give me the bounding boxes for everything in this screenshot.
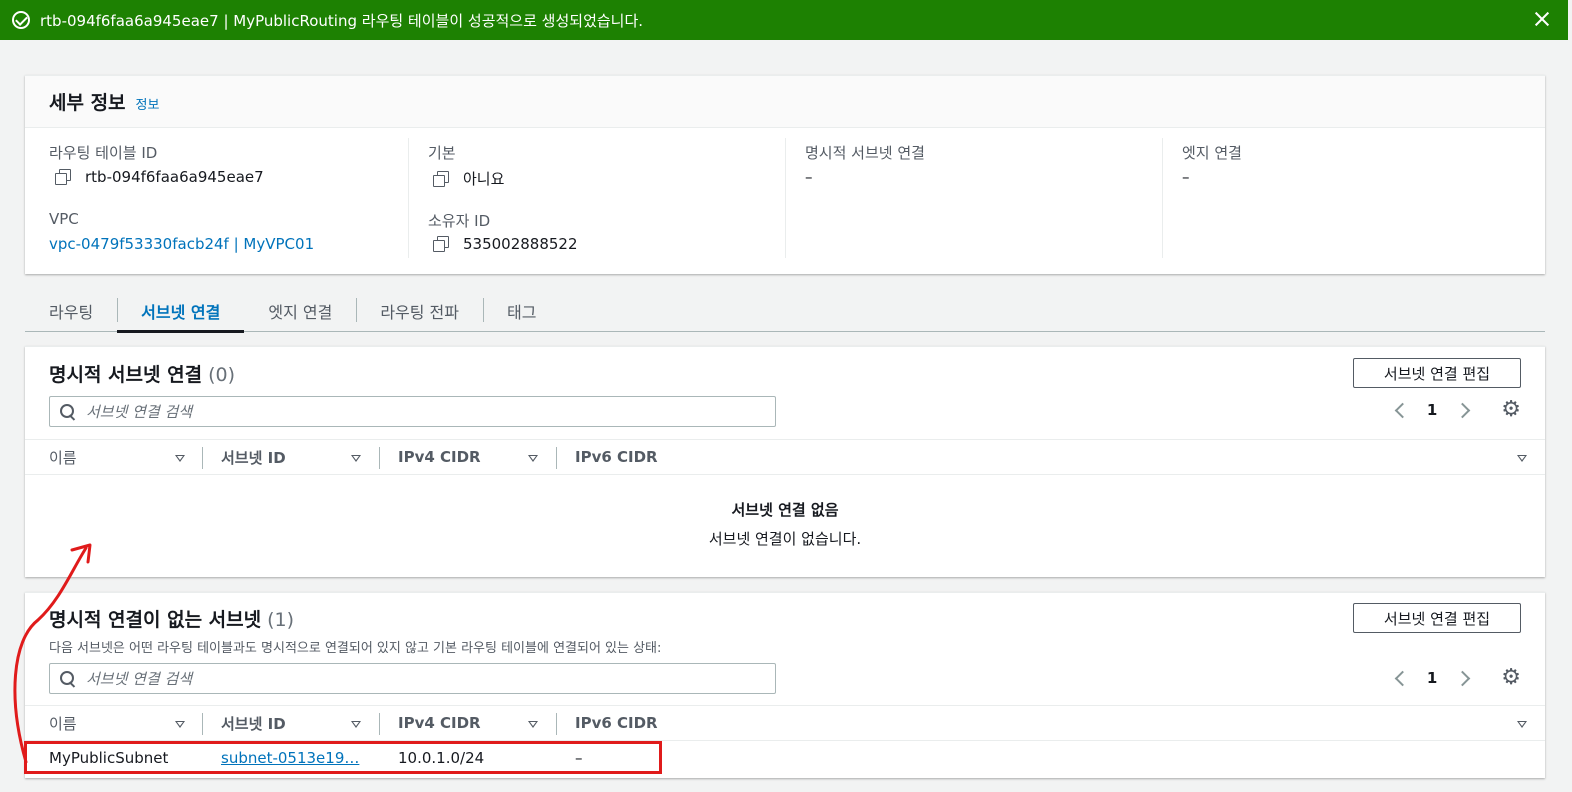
annotation-arrow	[13, 543, 92, 764]
